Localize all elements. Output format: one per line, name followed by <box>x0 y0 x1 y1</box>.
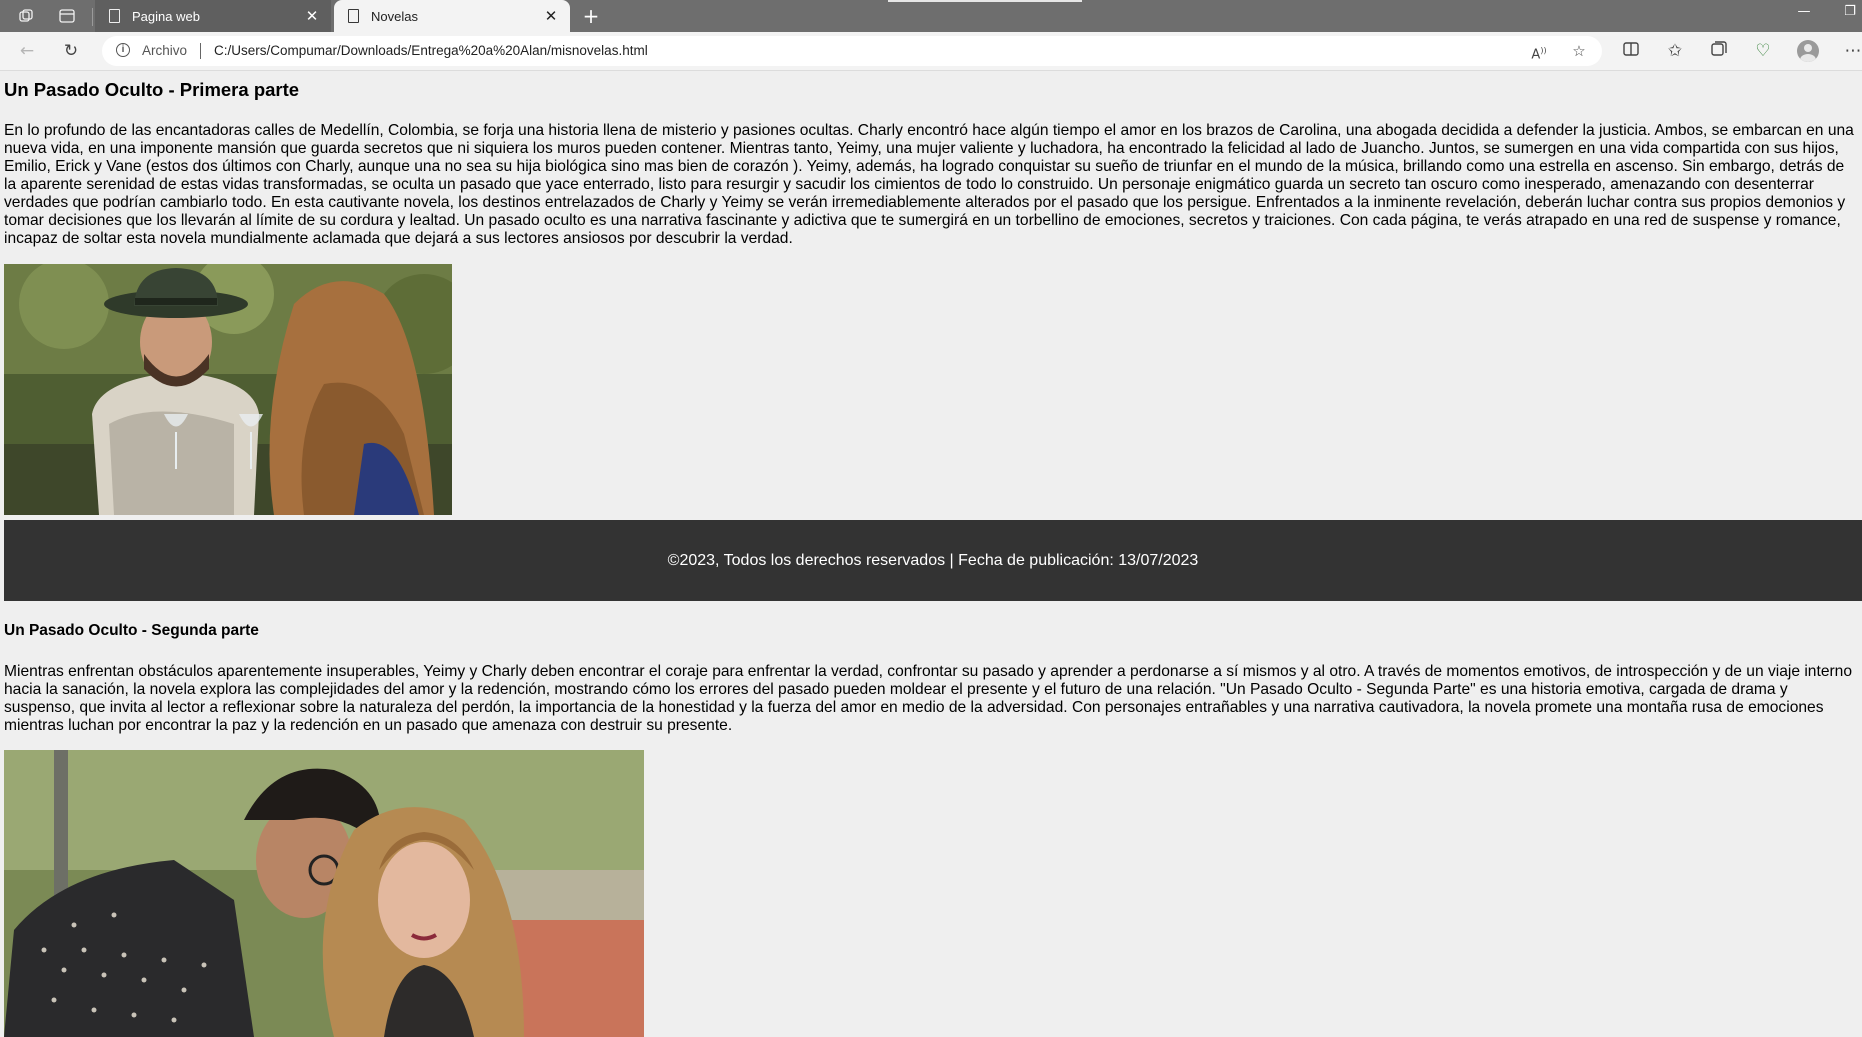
address-separator <box>200 43 201 59</box>
synopsis-primera-parte: En lo profundo de las encantadoras calle… <box>4 122 1854 247</box>
star-icon[interactable]: ☆ <box>1568 40 1590 62</box>
novel-image-primera-parte <box>4 264 452 515</box>
tab-actions-icon[interactable] <box>56 6 78 26</box>
footer-text: ©2023, Todos los derechos reservados | F… <box>667 551 1199 569</box>
document-icon <box>109 9 120 23</box>
page-footer: ©2023, Todos los derechos reservados | F… <box>4 520 1862 601</box>
tab-strip-indicator <box>888 0 1082 2</box>
back-arrow-icon[interactable]: ← <box>14 39 40 63</box>
security-label[interactable]: Archivo <box>142 43 187 58</box>
favorites-icon[interactable]: ✩ <box>1662 39 1688 63</box>
heart-pulse-icon[interactable]: ♡ <box>1750 39 1776 63</box>
tab-novelas[interactable]: Novelas ✕ <box>334 0 570 32</box>
split-screen-icon[interactable] <box>1618 39 1644 63</box>
tab-title: Novelas <box>371 8 418 24</box>
browser-toolbar: ← ↻ i Archivo C:/Users/Compumar/Download… <box>0 32 1862 71</box>
novel-image-segunda-parte <box>4 750 644 1037</box>
restore-icon[interactable]: ❐ <box>1838 4 1862 19</box>
collections-icon[interactable] <box>1706 39 1732 63</box>
tab-title: Pagina web <box>132 8 200 24</box>
page-content: Un Pasado Oculto - Primera parte En lo p… <box>0 71 1862 1037</box>
document-icon <box>348 9 359 23</box>
synopsis-segunda-parte: Mientras enfrentan obstáculos aparenteme… <box>4 663 1853 734</box>
minimize-icon[interactable]: — <box>1792 4 1816 19</box>
section-title-segunda-parte: Un Pasado Oculto - Segunda parte <box>4 622 259 639</box>
avatar[interactable] <box>1797 40 1819 62</box>
new-tab-button[interactable]: + <box>578 3 604 29</box>
workspaces-icon[interactable] <box>15 6 37 26</box>
more-icon[interactable]: ⋯ <box>1840 39 1862 63</box>
tab-separator <box>92 8 93 26</box>
address-bar[interactable]: i Archivo C:/Users/Compumar/Downloads/En… <box>102 36 1602 66</box>
tab-pagina-web[interactable]: Pagina web ✕ <box>95 0 331 32</box>
close-icon[interactable]: ✕ <box>542 7 560 25</box>
section-title-primera-parte: Un Pasado Oculto - Primera parte <box>4 79 300 100</box>
close-icon[interactable]: ✕ <box>303 7 321 25</box>
tab-strip: Pagina web ✕ Novelas ✕ + — ❐ <box>0 0 1862 32</box>
info-icon[interactable]: i <box>116 43 130 57</box>
url-text[interactable]: C:/Users/Compumar/Downloads/Entrega%20a%… <box>214 43 648 58</box>
reload-icon[interactable]: ↻ <box>58 39 84 63</box>
read-aloud-icon[interactable]: A)) <box>1528 40 1550 62</box>
